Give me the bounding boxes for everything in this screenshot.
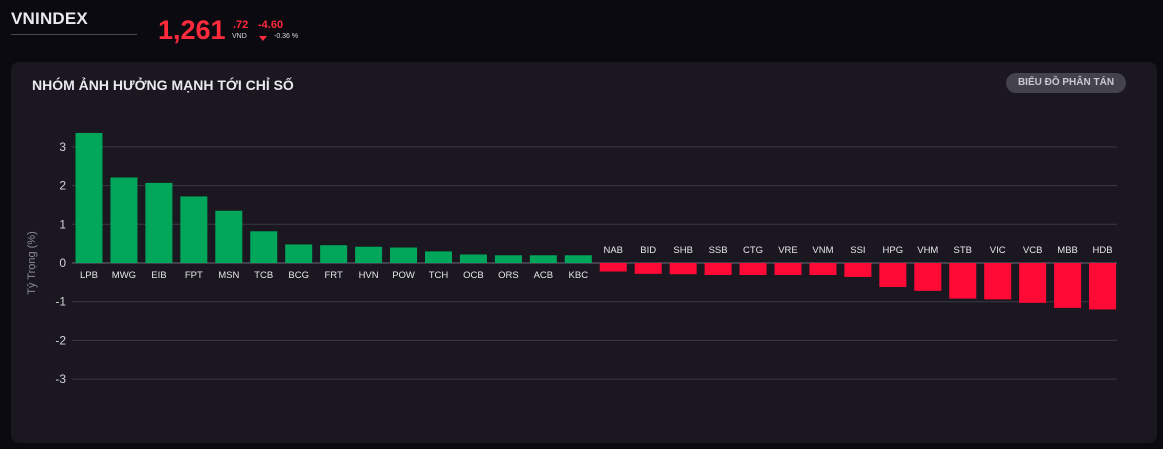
- chart-bar[interactable]: [1089, 263, 1117, 310]
- y-axis-label: Tỷ Trọng (%): [26, 231, 38, 295]
- chart-bar[interactable]: [669, 263, 697, 275]
- category-label: MSN: [218, 270, 239, 281]
- chart-bar[interactable]: [704, 263, 732, 275]
- y-tick-label: 3: [59, 140, 66, 154]
- category-label: FPT: [185, 270, 203, 281]
- category-label: MWG: [112, 270, 136, 281]
- chart-bar[interactable]: [180, 196, 208, 263]
- chart-bar[interactable]: [844, 263, 872, 277]
- y-tick-label: -1: [55, 295, 66, 309]
- chart-bar[interactable]: [809, 263, 837, 275]
- chart-bar[interactable]: [320, 245, 348, 263]
- chart-bar[interactable]: [739, 263, 767, 275]
- category-label: SHB: [673, 245, 693, 256]
- chart-bar[interactable]: [390, 247, 418, 263]
- category-label: HPG: [883, 245, 904, 256]
- category-label: SSB: [709, 245, 728, 256]
- chart-bar[interactable]: [914, 263, 942, 291]
- category-label: FRT: [325, 270, 343, 281]
- y-tick-label: 1: [59, 217, 66, 231]
- category-label: ORS: [498, 270, 519, 281]
- chart-bar[interactable]: [75, 132, 103, 263]
- category-label: VIC: [990, 245, 1006, 256]
- chart-bar[interactable]: [599, 263, 627, 272]
- y-tick-label: 0: [59, 256, 66, 270]
- chart-bar[interactable]: [250, 231, 278, 263]
- category-label: BCG: [288, 270, 309, 281]
- category-label: OCB: [463, 270, 484, 281]
- category-label: NAB: [603, 245, 623, 256]
- category-label: VHM: [917, 245, 938, 256]
- chart-bar[interactable]: [215, 210, 243, 263]
- chart-bar[interactable]: [564, 255, 592, 263]
- chart-bar[interactable]: [285, 244, 313, 263]
- category-label: TCB: [254, 270, 273, 281]
- category-label: STB: [954, 245, 972, 256]
- chart-bar[interactable]: [494, 255, 522, 263]
- influence-bar-chart: 3 2 1 0 -1 -2 -3 Tỷ Trọng (%) LPB MWG EIB FPT MSN TCB…: [26, 132, 1117, 386]
- category-label: EIB: [151, 270, 166, 281]
- chart-bar[interactable]: [984, 263, 1012, 300]
- category-label: KBC: [569, 270, 589, 281]
- y-tick-label: -3: [55, 372, 66, 386]
- chart-bar[interactable]: [355, 246, 383, 263]
- category-label: TCH: [429, 270, 449, 281]
- chart-bar[interactable]: [1054, 263, 1082, 308]
- y-tick-label: 2: [59, 179, 66, 193]
- category-label: VCB: [1023, 245, 1043, 256]
- chart-bar[interactable]: [949, 263, 977, 299]
- chart-bar[interactable]: [774, 263, 802, 275]
- chart-bar[interactable]: [110, 177, 138, 263]
- category-label: BID: [640, 245, 656, 256]
- category-label: ACB: [534, 270, 554, 281]
- category-label: HVN: [359, 270, 379, 281]
- y-tick-label: -2: [55, 333, 66, 347]
- chart-bar[interactable]: [879, 263, 907, 287]
- chart-bar[interactable]: [459, 254, 487, 263]
- category-label: VNM: [812, 245, 833, 256]
- chart-bar[interactable]: [145, 182, 173, 263]
- category-label: POW: [392, 270, 415, 281]
- category-label: VRE: [778, 245, 798, 256]
- chart-bar[interactable]: [1019, 263, 1047, 303]
- category-label: LPB: [80, 270, 98, 281]
- chart-bar[interactable]: [425, 251, 452, 263]
- chart-bar[interactable]: [529, 255, 557, 263]
- category-label: MBB: [1057, 245, 1078, 256]
- chart-bar[interactable]: [634, 263, 662, 274]
- category-label: SSI: [850, 245, 865, 256]
- category-label: HDB: [1093, 245, 1113, 256]
- category-label: CTG: [743, 245, 763, 256]
